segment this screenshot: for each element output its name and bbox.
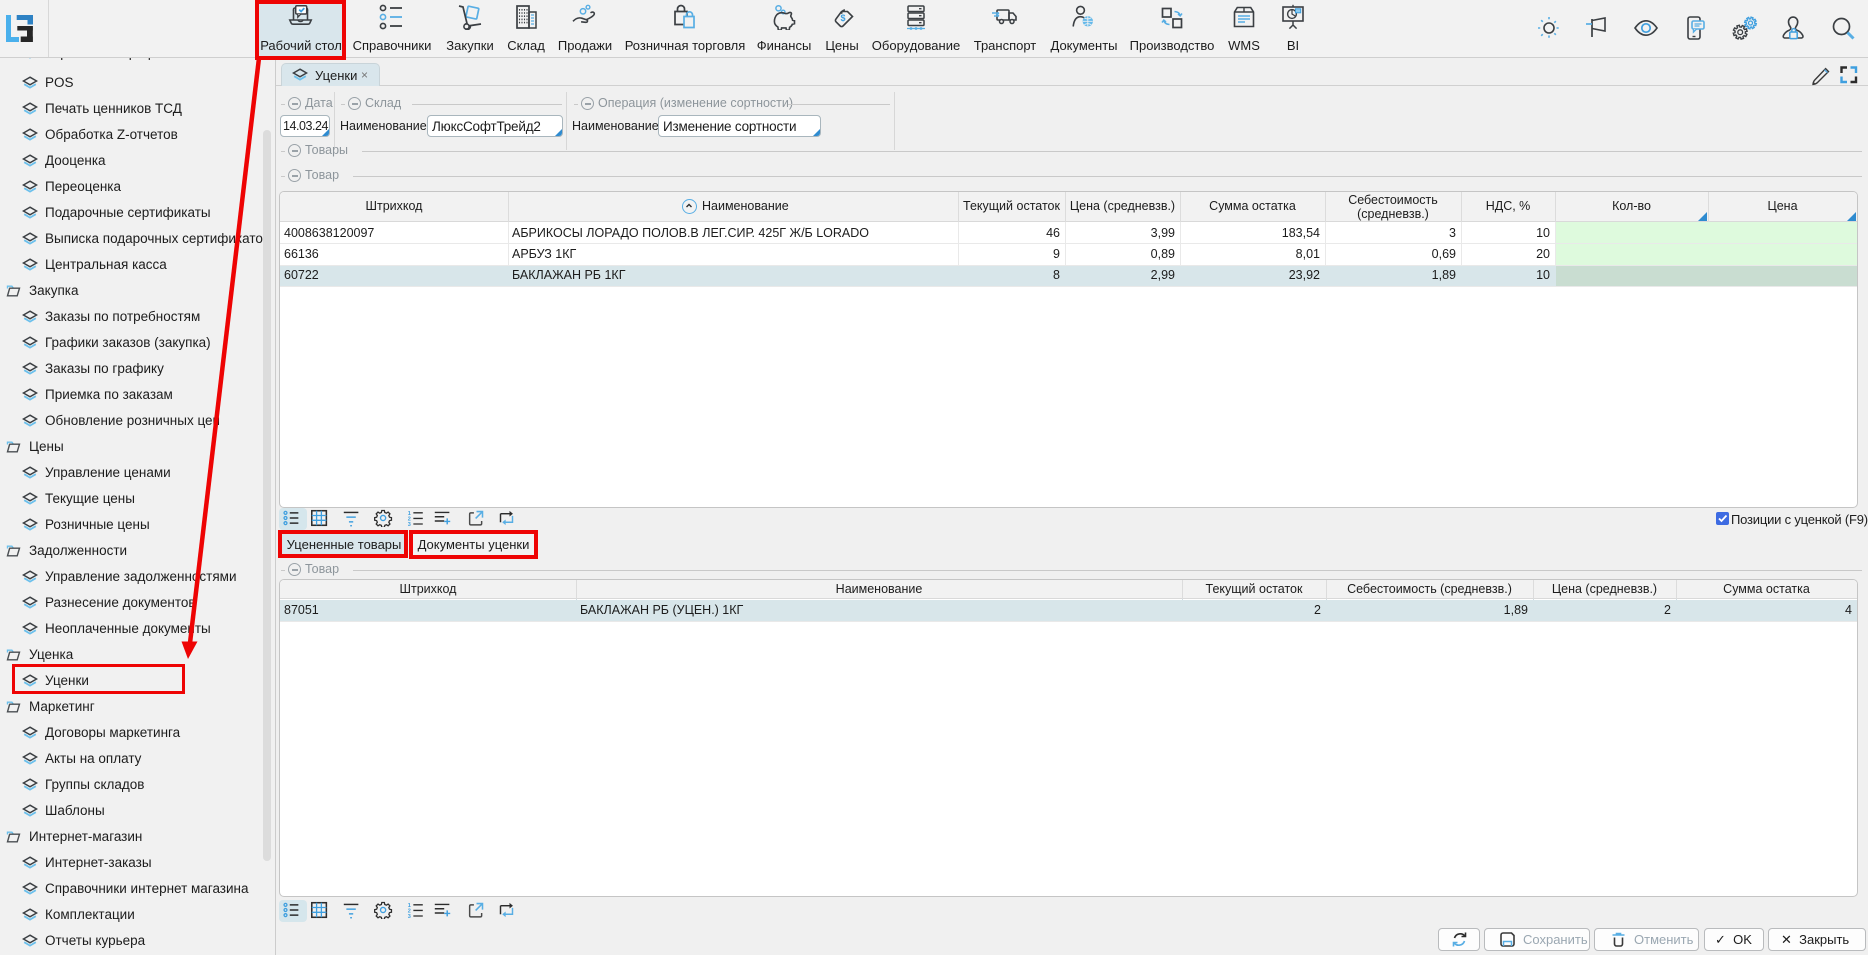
svg-text:3: 3 bbox=[408, 522, 411, 527]
svg-text:$: $ bbox=[840, 13, 845, 23]
svg-text:3: 3 bbox=[408, 914, 411, 919]
